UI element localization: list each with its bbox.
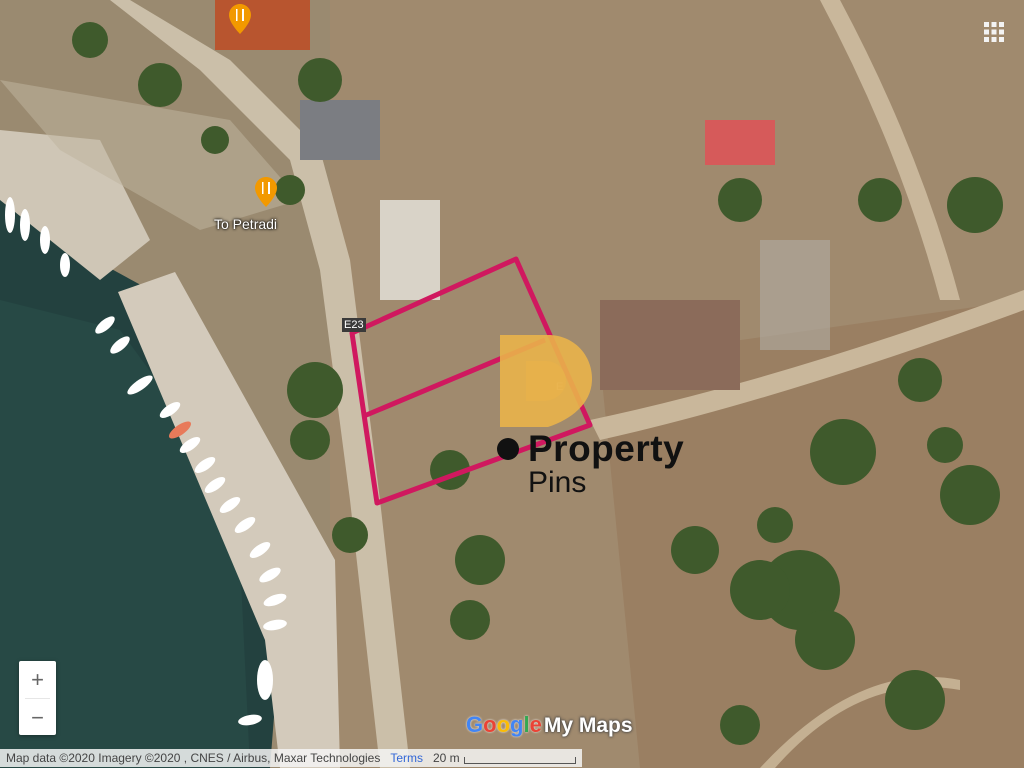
restaurant-fork-knife-icon bbox=[255, 177, 277, 207]
restaurant-fork-knife-icon bbox=[229, 4, 251, 34]
google-letter: G bbox=[466, 712, 484, 737]
restaurant-pin-1[interactable] bbox=[229, 4, 251, 34]
google-letter: o bbox=[483, 712, 497, 737]
my-maps-wordmark: My Maps bbox=[543, 714, 633, 737]
building-grey-roof bbox=[300, 100, 380, 160]
zoom-in-button[interactable]: + bbox=[19, 661, 56, 698]
terms-link[interactable]: Terms bbox=[390, 751, 423, 765]
google-letter: e bbox=[529, 712, 542, 737]
attribution-bar: Map data ©2020 Imagery ©2020 , CNES / Ai… bbox=[0, 748, 1024, 768]
property-pins-logo-mark bbox=[500, 335, 592, 427]
scale-label: 20 m bbox=[433, 751, 460, 765]
attribution-text: Map data ©2020 Imagery ©2020 , CNES / Ai… bbox=[6, 751, 381, 765]
zoom-control: + − bbox=[19, 661, 56, 735]
grid-dots-icon[interactable] bbox=[983, 21, 1005, 43]
scale-control[interactable]: 20 m bbox=[433, 751, 576, 765]
zoom-out-button[interactable]: − bbox=[19, 699, 56, 736]
attribution-box: Map data ©2020 Imagery ©2020 , CNES / Ai… bbox=[0, 749, 582, 767]
rubble-area bbox=[760, 240, 830, 350]
poi-label-to-petradi[interactable]: To Petradi bbox=[214, 216, 277, 232]
google-wordmark: Google bbox=[466, 712, 542, 738]
road-label-e23: E23 bbox=[342, 318, 366, 332]
building-white bbox=[380, 200, 440, 300]
google-letter: o bbox=[496, 712, 511, 737]
google-my-maps-logo[interactable]: Google My Maps bbox=[466, 712, 633, 738]
logo-text-pins: Pins bbox=[528, 466, 587, 499]
property-pins-dot-icon bbox=[497, 438, 519, 460]
scale-bar bbox=[463, 756, 576, 764]
logo-text-property: Property bbox=[528, 428, 685, 469]
building-pink-roof bbox=[705, 120, 775, 165]
house bbox=[600, 300, 740, 390]
restaurant-pin-to-petradi[interactable] bbox=[255, 177, 277, 207]
google-letter: g bbox=[510, 712, 524, 737]
